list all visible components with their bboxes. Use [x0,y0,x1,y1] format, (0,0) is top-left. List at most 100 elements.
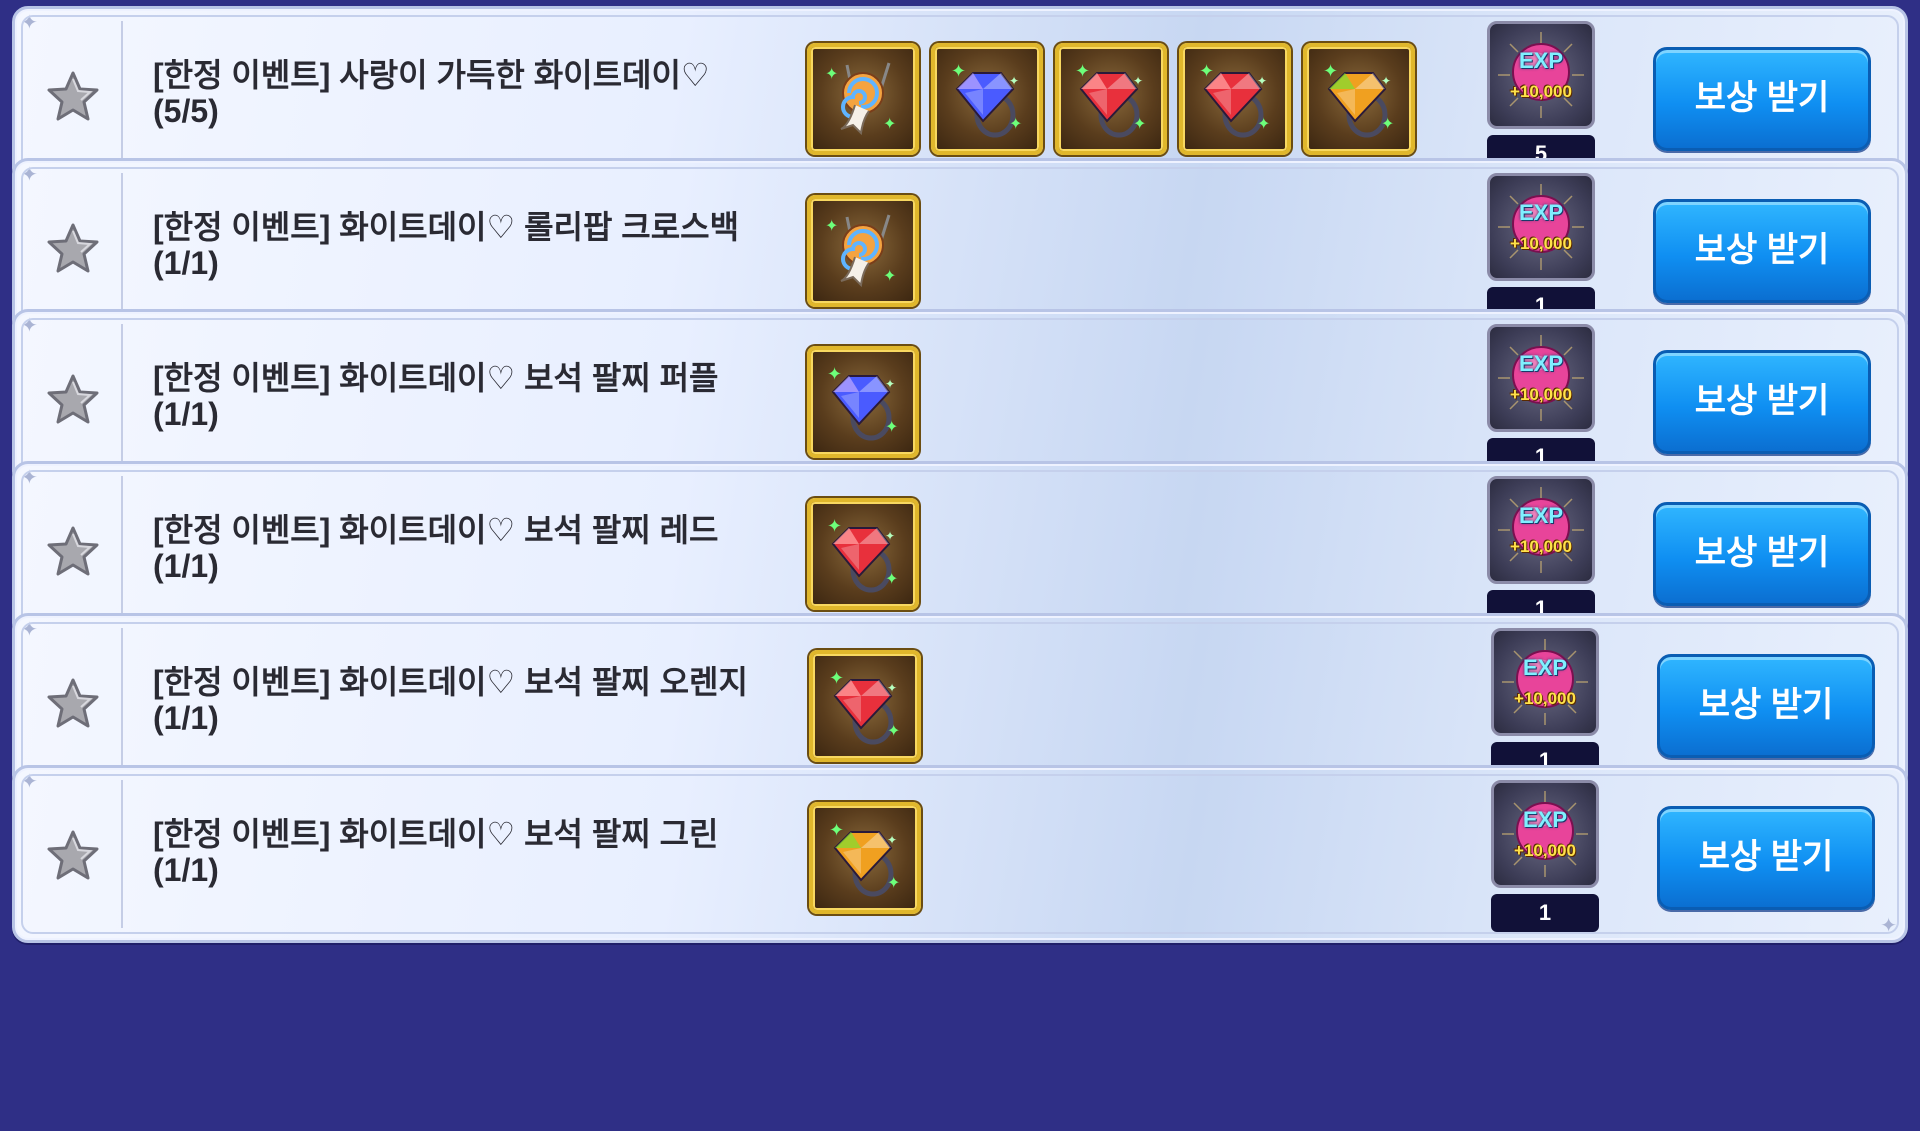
divider [121,21,123,169]
corner-sparkle-icon: ✦ [21,466,38,489]
exp-reward-icon[interactable]: EXP +10,000 [1487,324,1595,432]
reward-progress: (1/1) [153,244,219,281]
corner-sparkle-icon: ✦ [21,163,38,186]
red-gem-ring-icon[interactable]: ✦ ✦ ✦ [1055,43,1167,155]
reward-row: ✦ ✦ [한정 이벤트] 화이트데이♡ 보석 팔찌 그린 (1/1) ✦ ✦ ✦ EXP +10… [12,764,1908,943]
star-icon[interactable] [45,221,101,277]
corner-sparkle-icon: ✦ [21,12,38,34]
svg-text:✦: ✦ [883,114,896,133]
lollipop-crossbag-icon[interactable]: ✦ ✦ [807,43,919,155]
reward-progress: (1/1) [153,700,219,736]
reward-title-line1: [한정 이벤트] 화이트데이♡ 롤리팝 크로스백 [153,208,740,245]
svg-text:✦: ✦ [1257,74,1267,88]
corner-sparkle-icon: ✦ [21,619,38,641]
star-icon[interactable] [45,828,101,884]
svg-text:✦: ✦ [829,820,844,841]
claim-reward-button[interactable]: 보상 받기 [1653,47,1871,151]
reward-items: ✦ ✦ ✦ [809,650,921,762]
exp-label: EXP [1522,655,1568,680]
svg-text:✦: ✦ [885,529,895,543]
reward-items: ✦ ✦ [807,194,919,307]
svg-text:✦: ✦ [1381,74,1391,88]
svg-text:✦: ✦ [829,668,844,689]
reward-progress: (5/5) [153,93,219,129]
exp-amount: +10,000 [1514,840,1576,860]
reward-title: [한정 이벤트] 화이트데이♡ 보석 팔찌 오렌지 (1/1) [153,664,793,736]
exp-label: EXP [1518,351,1564,376]
exp-amount: +10,000 [1510,82,1572,101]
claim-reward-button[interactable]: 보상 받기 [1657,654,1875,758]
claim-reward-button[interactable]: 보상 받기 [1653,501,1871,606]
exp-count: 1 [1491,893,1599,932]
svg-text:✦: ✦ [1323,61,1338,82]
exp-reward-icon[interactable]: EXP +10,000 [1487,172,1595,281]
corner-sparkle-icon: ✦ [21,315,38,337]
exp-amount: +10,000 [1510,385,1572,404]
star-icon[interactable] [45,69,101,125]
divider [121,779,123,928]
corner-sparkle-icon: ✦ [21,770,38,793]
reward-title-line1: [한정 이벤트] 화이트데이♡ 보석 팔찌 그린 [153,815,719,852]
exp-label: EXP [1518,48,1564,73]
red-gem-ring-icon[interactable]: ✦ ✦ ✦ [1179,43,1291,155]
exp-amount: +10,000 [1510,233,1572,253]
exp-amount: +10,000 [1510,536,1572,556]
exp-label: EXP [1518,199,1564,225]
reward-title-line1: [한정 이벤트] 화이트데이♡ 보석 팔찌 퍼플 [153,360,719,396]
svg-text:✦: ✦ [1009,74,1019,88]
reward-items: ✦ ✦ ✦ ✦ ✦ ✦ ✦ ✦ ✦ ✦ ✦ ✦ ✦ ✦ [807,43,1415,155]
svg-text:✦: ✦ [887,833,897,847]
lollipop-crossbag-icon[interactable]: ✦ ✦ [807,194,919,307]
green-gem-ring-icon[interactable]: ✦ ✦ ✦ [809,801,921,914]
reward-title: [한정 이벤트] 화이트데이♡ 보석 팔찌 퍼플 (1/1) [153,360,793,432]
red-gem-ring-icon[interactable]: ✦ ✦ ✦ [807,497,919,610]
svg-text:✦: ✦ [951,61,966,82]
reward-progress: (1/1) [153,547,219,584]
red-gem-ring-icon[interactable]: ✦ ✦ ✦ [809,650,921,762]
svg-text:✦: ✦ [825,64,838,83]
reward-items: ✦ ✦ ✦ [809,801,921,914]
svg-text:✦: ✦ [1257,114,1270,133]
svg-text:✦: ✦ [1133,74,1143,88]
reward-row: ✦ ✦ [한정 이벤트] 화이트데이♡ 보석 팔찌 레드(1/1) ✦ ✦ ✦ EXP +10… [12,460,1908,639]
svg-text:✦: ✦ [885,417,898,436]
exp-amount: +10,000 [1514,689,1576,708]
reward-title-line1: [한정 이벤트] 화이트데이♡ 보석 팔찌 오렌지 [153,664,748,700]
svg-text:✦: ✦ [887,681,897,695]
claim-reward-button[interactable]: 보상 받기 [1653,350,1871,454]
star-icon[interactable] [45,372,101,428]
exp-label: EXP [1518,502,1564,528]
svg-text:✦: ✦ [827,516,842,537]
reward-progress: (1/1) [153,851,219,888]
exp-label: EXP [1522,806,1568,832]
purple-gem-ring-icon[interactable]: ✦ ✦ ✦ [931,43,1043,155]
green-gem-ring-icon[interactable]: ✦ ✦ ✦ [1303,43,1415,155]
reward-title: [한정 이벤트] 사랑이 가득한 화이트데이♡ (5/5) [153,57,793,129]
purple-gem-ring-icon[interactable]: ✦ ✦ ✦ [807,346,919,458]
exp-reward-icon[interactable]: EXP +10,000 [1491,628,1599,736]
svg-text:✦: ✦ [1133,114,1146,133]
svg-text:✦: ✦ [1381,114,1394,133]
star-icon[interactable] [45,676,101,732]
exp-reward-icon[interactable]: EXP +10,000 [1487,475,1595,584]
svg-text:✦: ✦ [827,364,842,385]
reward-items: ✦ ✦ ✦ [807,346,919,458]
reward-title: [한정 이벤트] 화이트데이♡ 보석 팔찌 그린 (1/1) [153,816,793,888]
reward-title-line1: [한정 이벤트] 사랑이 가득한 화이트데이♡ [153,57,710,93]
reward-items: ✦ ✦ ✦ [807,497,919,610]
exp-reward-icon[interactable]: EXP +10,000 [1487,21,1595,129]
svg-text:✦: ✦ [885,377,895,391]
reward-progress: (1/1) [153,396,219,432]
svg-text:✦: ✦ [1009,114,1022,133]
divider [121,172,123,321]
claim-reward-button[interactable]: 보상 받기 [1653,198,1871,303]
svg-text:✦: ✦ [1075,61,1090,82]
exp-reward-icon[interactable]: EXP +10,000 [1491,779,1599,888]
claim-reward-button[interactable]: 보상 받기 [1657,805,1875,910]
star-icon[interactable] [45,524,101,580]
svg-text:✦: ✦ [887,721,900,740]
reward-title-line1: [한정 이벤트] 화이트데이♡ 보석 팔찌 레드 [153,511,719,548]
svg-text:✦: ✦ [883,266,896,285]
reward-title: [한정 이벤트] 화이트데이♡ 롤리팝 크로스백 (1/1) [153,209,793,281]
divider [121,324,123,472]
